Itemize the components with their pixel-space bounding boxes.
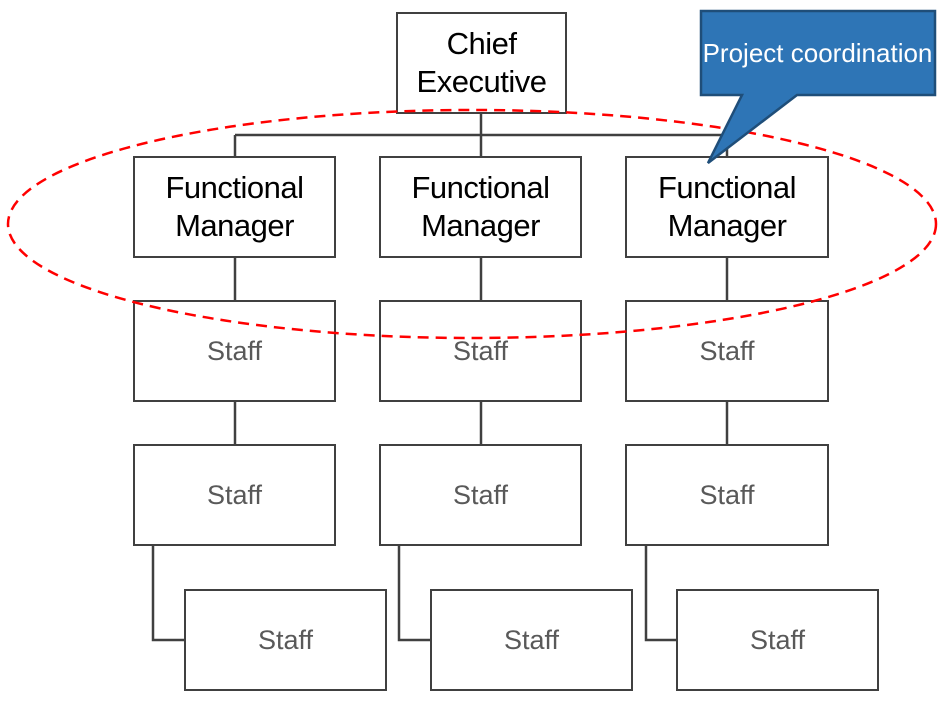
overlay — [6, 9, 938, 340]
project-coordination-ellipse — [6, 108, 938, 340]
callout-label: Project coordination — [702, 38, 933, 68]
